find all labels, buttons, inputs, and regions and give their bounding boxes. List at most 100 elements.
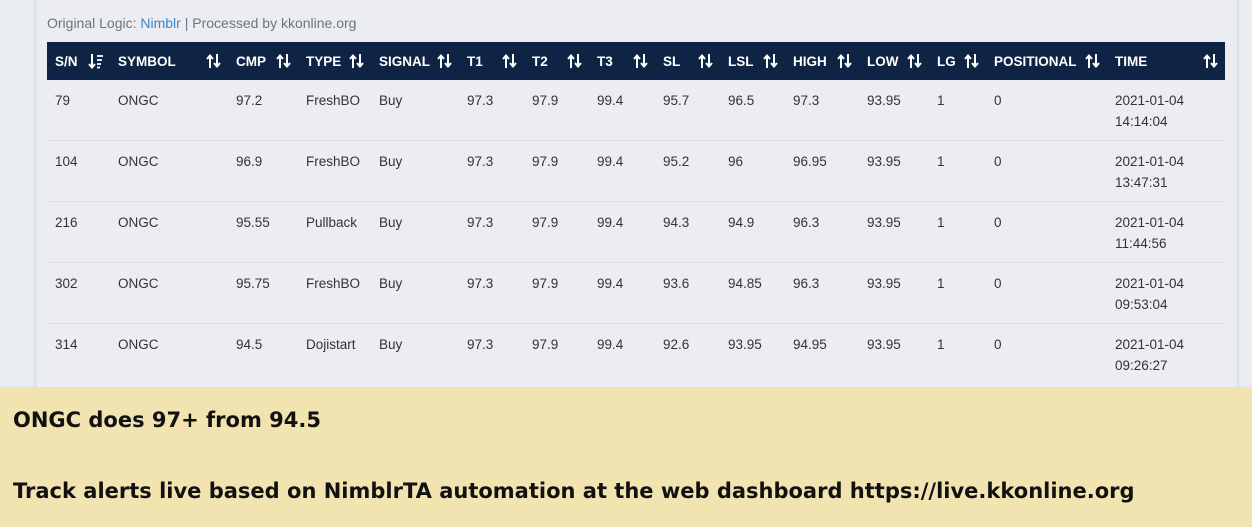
- column-header-t3[interactable]: T3: [589, 42, 655, 80]
- sort-both-icon[interactable]: [502, 53, 518, 69]
- sort-both-icon[interactable]: [1203, 53, 1219, 69]
- sort-both-icon[interactable]: [907, 53, 923, 69]
- credit-suffix: | Processed by kkonline.org: [180, 15, 357, 31]
- column-header-label: LG: [937, 53, 956, 69]
- cell-type: Pullback: [298, 201, 371, 263]
- cell-cmp: 95.75: [228, 262, 298, 324]
- cell-sl: 92.6: [663, 337, 690, 352]
- cell-low: 93.95: [859, 201, 929, 263]
- column-header-label: HIGH: [793, 53, 827, 69]
- cell-symbol: ONGC: [110, 80, 228, 141]
- nimblr-link[interactable]: Nimblr: [140, 15, 180, 31]
- cell-lsl: 93.95: [728, 337, 762, 352]
- column-header-time[interactable]: TIME: [1107, 42, 1225, 80]
- cell-signal: Buy: [371, 262, 459, 324]
- cell-t1: 97.3: [459, 201, 524, 263]
- cell-low: 93.95: [859, 80, 929, 141]
- time-clock: 11:44:56: [1115, 236, 1167, 251]
- cell-symbol: ONGC: [110, 140, 228, 202]
- cell-low: 93.95: [859, 262, 929, 324]
- table-row: 302 ONGC 95.75 FreshBO Buy 97.3 97.9 99.4 93.6 94…: [47, 262, 1225, 324]
- column-header-label: LOW: [867, 53, 899, 69]
- cell-type: FreshBO: [298, 262, 371, 324]
- cell-lsl: 94.9: [720, 201, 785, 263]
- sort-both-icon[interactable]: [964, 53, 980, 69]
- cell-symbol: ONGC: [110, 201, 228, 263]
- cell-cmp: 97.2: [228, 80, 298, 141]
- column-header-t1[interactable]: T1: [459, 42, 524, 80]
- cell-t3: 99.4: [589, 80, 655, 141]
- sort-both-icon[interactable]: [837, 53, 853, 69]
- column-header-label: T2: [532, 53, 548, 69]
- column-header-label: CMP: [236, 53, 266, 69]
- cell-t1: 97.3: [467, 337, 494, 352]
- time-clock: 09:26:27: [1115, 358, 1168, 373]
- cell-s-n: 104: [47, 140, 110, 202]
- sort-both-icon[interactable]: [567, 53, 583, 69]
- cell-time: 2021-01-04 09:53:04: [1107, 262, 1225, 324]
- cell-lsl: 96.5: [720, 80, 785, 141]
- column-header-label: T1: [467, 53, 483, 69]
- sort-both-icon[interactable]: [698, 53, 714, 69]
- column-header-s-n[interactable]: S/N: [47, 42, 110, 80]
- sort-both-icon[interactable]: [1085, 53, 1101, 69]
- time-date: 2021-01-04: [1115, 93, 1185, 108]
- cell-t1: 97.3: [459, 262, 524, 324]
- cell-t2: 97.9: [524, 80, 589, 141]
- cell-signal: Buy: [371, 201, 459, 263]
- banner-headline: ONGC does 97+ from 94.5: [13, 408, 321, 432]
- column-header-low[interactable]: LOW: [859, 42, 929, 80]
- sort-both-icon[interactable]: [437, 53, 453, 69]
- table-row: 314 ONGC 94.5 Dojistart Buy 97.3 97.9 99.4 92.6 9…: [47, 324, 1225, 385]
- cell-high: 94.95: [793, 337, 827, 352]
- sort-both-icon[interactable]: [276, 53, 292, 69]
- column-header-label: SYMBOL: [118, 53, 176, 69]
- cell-t2: 97.9: [524, 262, 589, 324]
- cell-type: FreshBO: [298, 140, 371, 202]
- column-header-type[interactable]: TYPE: [298, 42, 371, 80]
- time-date: 2021-01-04: [1115, 215, 1185, 230]
- column-header-signal[interactable]: SIGNAL: [371, 42, 459, 80]
- cell-high: 97.3: [785, 80, 859, 141]
- cell-cmp: 95.55: [228, 201, 298, 263]
- column-header-cmp[interactable]: CMP: [228, 42, 298, 80]
- table-row: 79 ONGC 97.2 FreshBO Buy 97.3 97.9 99.4 95.7 96.5…: [47, 80, 1225, 141]
- cell-s-n: 302: [47, 262, 110, 324]
- cell-positional: 0: [986, 80, 1107, 141]
- column-header-lsl[interactable]: LSL: [720, 42, 785, 80]
- cell-t2: 97.9: [532, 337, 559, 352]
- time-date: 2021-01-04: [1115, 276, 1185, 291]
- cell-time: 2021-01-04 09:26:27: [1107, 324, 1225, 385]
- table-header: S/N SYMBOL CMP TYPE SIGNAL T1 T2 T3 SL LSL HIGH LOW…: [47, 42, 1225, 80]
- cell-t3: 99.4: [597, 337, 624, 352]
- table-body: 79 ONGC 97.2 FreshBO Buy 97.3 97.9 99.4 95.7 96.5…: [47, 80, 1225, 384]
- sort-desc-active-icon[interactable]: [88, 53, 104, 69]
- cell-cmp: 96.9: [228, 140, 298, 202]
- sort-both-icon[interactable]: [633, 53, 649, 69]
- promo-banner: ONGC does 97+ from 94.5 Track alerts liv…: [0, 387, 1252, 527]
- credit-prefix: Original Logic:: [47, 15, 141, 31]
- cell-t1: 97.3: [459, 80, 524, 141]
- cell-sl: 94.3: [655, 201, 720, 263]
- column-header-t2[interactable]: T2: [524, 42, 589, 80]
- time-clock: 14:14:04: [1115, 114, 1168, 129]
- cell-t3: 99.4: [589, 262, 655, 324]
- cell-lg: 1: [929, 80, 986, 141]
- cell-cmp: 94.5: [236, 337, 263, 352]
- cell-type: Dojistart: [306, 337, 356, 352]
- column-header-sl[interactable]: SL: [655, 42, 720, 80]
- column-header-positional[interactable]: POSITIONAL: [986, 42, 1107, 80]
- sort-both-icon[interactable]: [763, 53, 779, 69]
- cell-sl: 95.2: [655, 140, 720, 202]
- signals-table: S/N SYMBOL CMP TYPE SIGNAL T1 T2 T3 SL LSL HIGH LOW…: [47, 42, 1225, 384]
- column-header-label: SL: [663, 53, 681, 69]
- column-header-symbol[interactable]: SYMBOL: [110, 42, 228, 80]
- sort-both-icon[interactable]: [349, 53, 365, 69]
- column-header-high[interactable]: HIGH: [785, 42, 859, 80]
- sort-both-icon[interactable]: [206, 53, 222, 69]
- cell-lg: 1: [929, 262, 986, 324]
- cell-signal: Buy: [371, 80, 459, 141]
- cell-type: FreshBO: [298, 80, 371, 141]
- column-header-lg[interactable]: LG: [929, 42, 986, 80]
- cell-t3: 99.4: [589, 140, 655, 202]
